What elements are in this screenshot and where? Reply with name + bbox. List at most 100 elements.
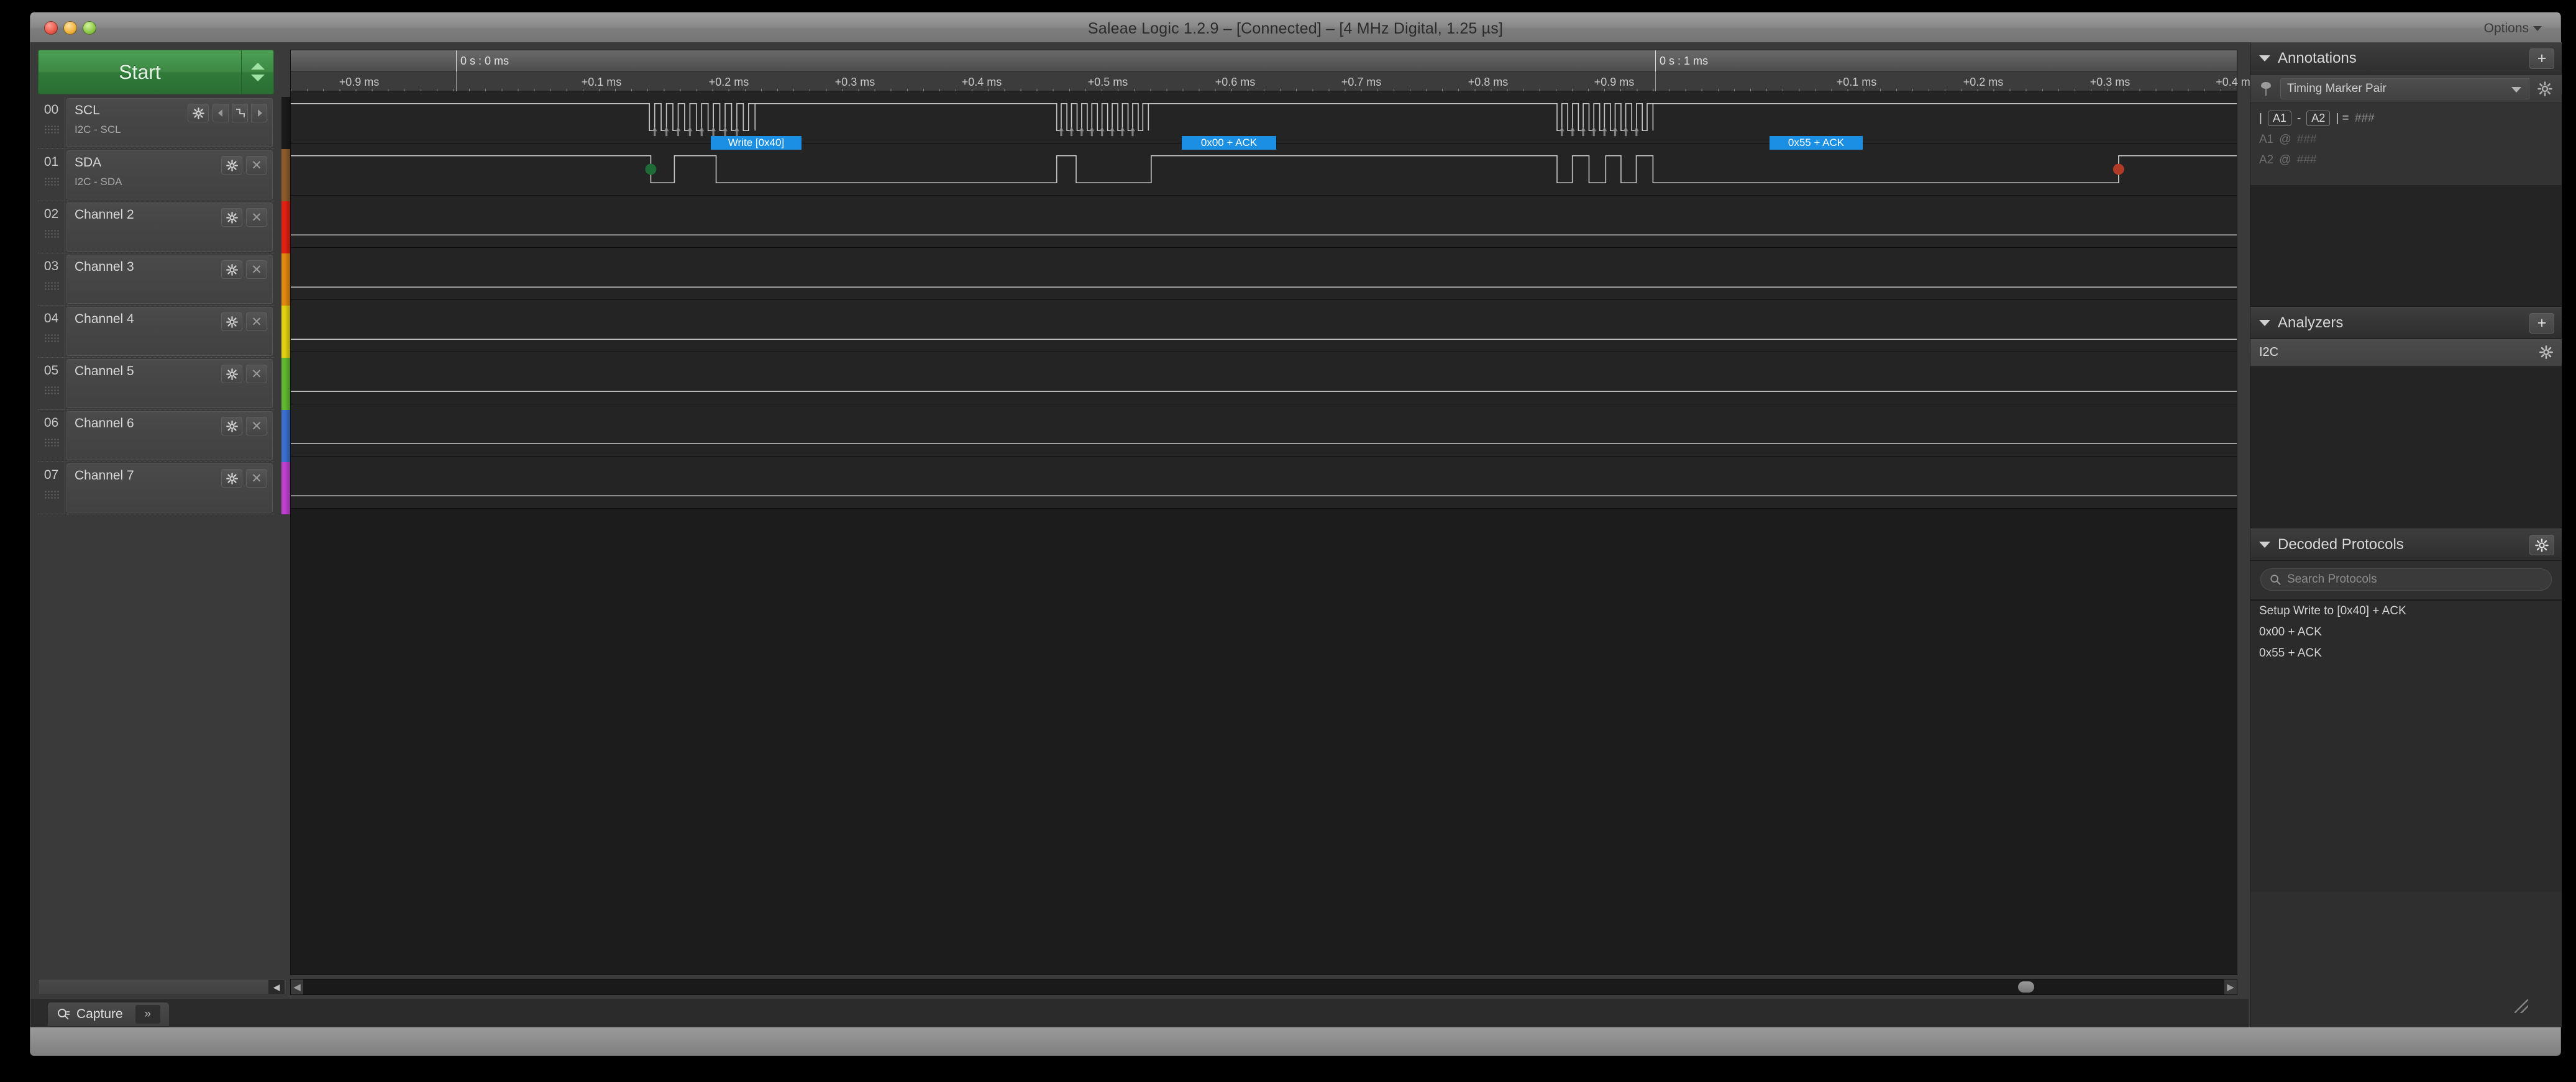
waveform-lane-04[interactable] [291,300,2237,352]
annotations-title: Annotations [2278,50,2357,66]
channel-hide-button-06[interactable]: ✕ [246,417,267,435]
marker-a1-pill[interactable]: A1 [2267,111,2291,126]
channel-buttons: ✕ [221,156,267,175]
channel-hide-button-02[interactable]: ✕ [246,208,267,227]
expand-tabs-button[interactable]: » [135,1005,160,1024]
channel-settings-gear-01[interactable] [221,156,242,175]
scrollbar-thumb[interactable] [2018,981,2034,993]
channel-row-04[interactable]: 04 Channel 4 ✕ [38,306,274,358]
disclosure-triangle-icon[interactable] [2259,542,2270,548]
waveform-graph[interactable]: 0 s : 0 ms 0 s : 1 ms +0.9 ms +0.1 ms +0.2 … [290,50,2250,975]
trigger-edge-button[interactable] [232,104,248,122]
channel-settings-gear-07[interactable] [221,469,242,488]
channel-drag-handle[interactable] [43,281,59,290]
channel-hide-button-03[interactable]: ✕ [246,260,267,279]
channel-drag-handle[interactable] [43,229,59,238]
channel-settings-gear-02[interactable] [221,208,242,227]
decoded-protocols-panel-header[interactable]: Decoded Protocols [2250,529,2562,561]
protocol-bubble[interactable]: Write [0x40] [711,136,802,150]
channel-body[interactable]: SCL I2C - SCL [66,98,273,147]
channel-panel-scrollbar[interactable]: ◀ [38,979,286,995]
channel-drag-handle[interactable] [43,386,59,394]
channel-drag-handle[interactable] [43,334,59,342]
channel-drag-handle[interactable] [43,490,59,499]
channel-hide-button-07[interactable]: ✕ [246,469,267,488]
scroll-left-arrow-icon[interactable]: ◀ [291,980,303,994]
channel-index: 01 [43,155,59,169]
lane-waveform [291,91,2237,143]
channel-hide-button-01[interactable]: ✕ [246,156,267,175]
add-analyzer-button[interactable]: + [2529,313,2554,334]
channel-row-00[interactable]: 00 SCL I2C - SCL [38,97,274,149]
scroll-left-arrow-icon[interactable]: ◀ [268,980,285,994]
channel-row-03[interactable]: 03 Channel 3 ✕ [38,253,274,306]
protocol-result-row[interactable]: Setup Write to [0x40] + ACK [2250,601,2562,622]
channel-body[interactable]: Channel 3 ✕ [66,255,273,304]
channel-settings-gear-03[interactable] [221,260,242,279]
protocol-bubble[interactable]: 0x55 + ACK [1770,136,1863,150]
channel-row-02[interactable]: 02 Channel 2 ✕ [38,201,274,253]
marker-pin-icon[interactable] [2257,81,2275,96]
channel-hide-button-05[interactable]: ✕ [246,365,267,383]
channel-body[interactable]: Channel 2 ✕ [66,202,273,252]
protocol-result-row[interactable]: 0x55 + ACK [2250,643,2562,664]
window-resize-grip[interactable] [2514,999,2528,1013]
start-button[interactable]: Start [38,50,242,94]
channel-body[interactable]: Channel 7 ✕ [66,463,273,512]
decoded-protocols-settings-button[interactable] [2529,535,2554,555]
analyzer-settings-gear-icon[interactable] [2539,345,2553,362]
channel-body[interactable]: Channel 6 ✕ [66,411,273,460]
channel-body[interactable]: SDA I2C - SDA ✕ [66,150,273,199]
waveform-lane-07[interactable] [291,457,2237,509]
disclosure-triangle-icon[interactable] [2259,55,2270,61]
channel-index-col: 05 [38,358,65,409]
channel-settings-gear-05[interactable] [221,365,242,383]
channel-drag-handle[interactable] [43,125,59,134]
add-annotation-button[interactable]: + [2529,48,2554,69]
channel-settings-gear-00[interactable] [188,104,209,122]
disclosure-triangle-icon[interactable] [2259,320,2270,326]
protocol-result-row[interactable]: 0x00 + ACK [2250,622,2562,643]
ruler-major-separator [1655,71,1656,91]
waveform-lane-03[interactable] [291,248,2237,300]
channel-body[interactable]: Channel 5 ✕ [66,359,273,408]
capture-settings-stepper[interactable] [242,50,274,94]
marker-values: | A1 - A2 | = ### A1 @ ### A2 @ ### [2250,103,2562,185]
tab-capture[interactable]: Capture » [48,1002,169,1026]
timeline-ruler-relative[interactable]: +0.9 ms +0.1 ms +0.2 ms +0.3 ms +0.4 ms +0.5 … [291,71,2250,93]
channel-row-07[interactable]: 07 Channel 7 ✕ [38,462,274,514]
scroll-right-arrow-icon[interactable]: ▶ [2224,980,2237,994]
channel-row-05[interactable]: 05 Channel 5 ✕ [38,358,274,410]
channel-drag-handle[interactable] [43,177,59,186]
graph-horizontal-scrollbar[interactable]: ◀ ▶ [290,979,2237,995]
start-button-label: Start [119,60,161,83]
channel-body[interactable]: Channel 4 ✕ [66,307,273,356]
channel-settings-gear-04[interactable] [221,312,242,331]
decoded-protocol-results[interactable]: Setup Write to [0x40] + ACK 0x00 + ACK 0x5… [2250,600,2562,892]
trigger-prev-button[interactable] [212,104,229,122]
protocol-bubble[interactable]: 0x00 + ACK [1182,136,1276,150]
scrollbar-track[interactable] [303,980,2224,994]
analyzer-item[interactable]: I2C [2250,339,2562,366]
marker-a2-pill[interactable]: A2 [2306,111,2331,126]
waveform-lane-02[interactable] [291,196,2237,248]
channel-row-01[interactable]: 01 SDA I2C - SDA ✕ [38,149,274,201]
at-symbol: @ [2279,153,2291,166]
analyzers-panel-header[interactable]: Analyzers + [2250,307,2562,339]
waveform-lane-05[interactable] [291,352,2237,404]
marker-type-select[interactable]: Timing Marker Pair [2280,78,2529,99]
channel-buttons: ✕ [221,365,267,383]
channel-row-06[interactable]: 06 Channel 6 ✕ [38,410,274,462]
channel-hide-button-04[interactable]: ✕ [246,312,267,331]
waveform-lane-06[interactable] [291,404,2237,457]
channel-buttons [188,104,267,122]
channel-settings-gear-06[interactable] [221,417,242,435]
search-protocols-input[interactable]: Search Protocols [2260,568,2552,591]
options-menu-button[interactable]: Options [2484,21,2542,36]
channel-drag-handle[interactable] [43,438,59,447]
annotations-panel-header[interactable]: Annotations + [2250,42,2562,75]
waveform-lane-01[interactable] [291,143,2237,196]
marker-settings-gear-icon[interactable] [2534,81,2555,96]
timeline-ruler-absolute[interactable]: 0 s : 0 ms 0 s : 1 ms [291,50,2237,71]
trigger-next-button[interactable] [251,104,267,122]
